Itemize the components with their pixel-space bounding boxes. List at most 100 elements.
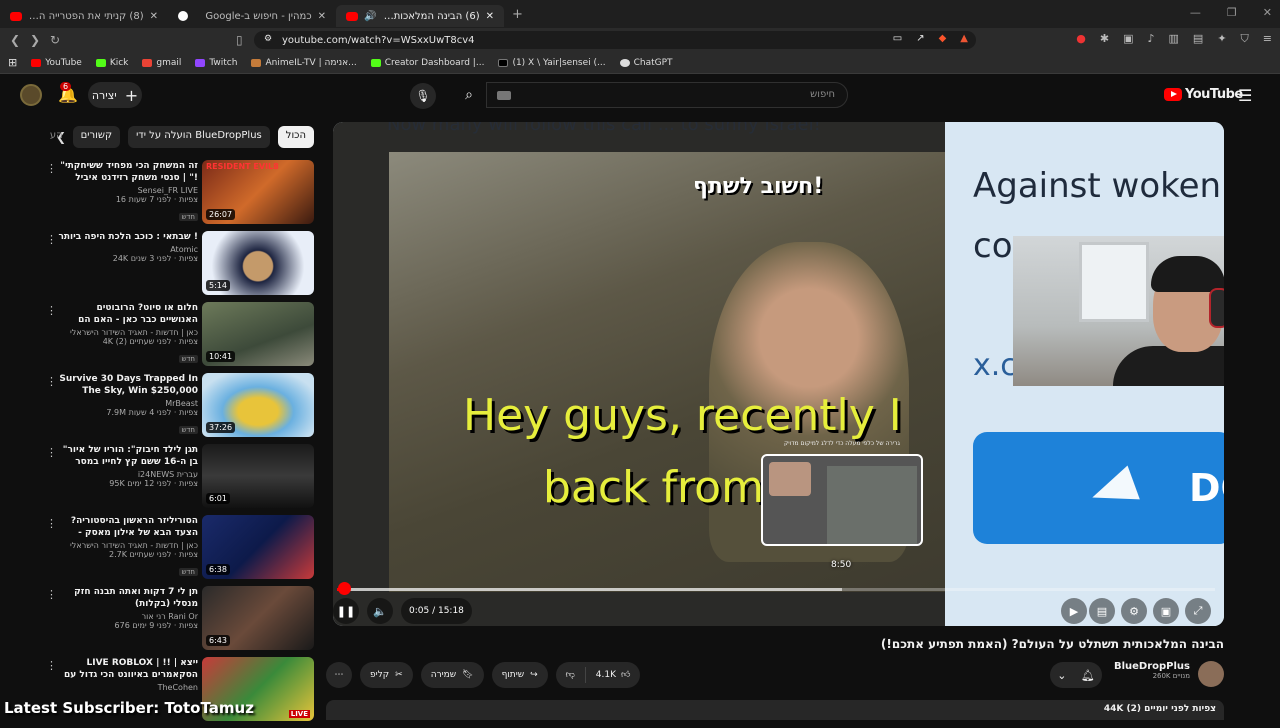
close-tab-icon[interactable]: ✕ <box>150 11 158 22</box>
wallet-icon[interactable]: ▤ <box>1193 32 1203 46</box>
ai-icon[interactable]: ✦ <box>1217 32 1226 46</box>
like-button[interactable]: 4.1K 👍︎ <box>586 662 641 688</box>
browser-tab-active[interactable]: 🔊(6) הבינה המלאכותית תשתלט✕ <box>336 5 504 27</box>
bookmark-item[interactable]: Kick <box>95 58 128 68</box>
video-title[interactable]: LIVE ROBLOX | !! ייצא | הסקאמרים באיוונט… <box>56 657 198 681</box>
close-tab-icon[interactable]: ✕ <box>486 11 494 22</box>
channel-name[interactable]: MrBeast <box>56 399 198 408</box>
video-thumbnail[interactable]: 6:38 <box>202 515 314 579</box>
chip-more[interactable]: הע <box>48 126 65 148</box>
youtube-logo[interactable]: YouTube <box>1164 87 1243 102</box>
settings-gear-icon[interactable]: ⚙ <box>1121 598 1147 624</box>
video-player[interactable]: Now many will follow this call ... to su… <box>333 122 1224 626</box>
channel-info[interactable]: BlueDropPlus 260K מנויים <box>1108 661 1190 680</box>
bookmark-item[interactable]: AnimeIL-TV | אנימה... <box>251 58 357 68</box>
channel-avatar[interactable] <box>1198 661 1224 687</box>
close-tab-icon[interactable]: ✕ <box>318 11 326 22</box>
channel-name[interactable]: TheCohen <box>56 683 198 692</box>
chip-related[interactable]: קשורים <box>72 126 121 148</box>
brave-shield-icon[interactable]: ◆ <box>939 33 947 44</box>
back-icon[interactable]: ❮ <box>10 33 20 47</box>
channel-name[interactable]: Atomic <box>56 245 198 254</box>
browser-menu-icon[interactable]: ≡ <box>1263 32 1272 46</box>
list-item[interactable]: ⋮ תן לי 7 דקות ואתה תבנה חזק מנסלי (בקלו… <box>40 586 316 657</box>
video-title[interactable]: חלום או סיוט? הרובוטים האנושיים כבר כאן … <box>56 302 198 326</box>
hamburger-menu-icon[interactable]: ☰ <box>1238 86 1252 105</box>
sidebar-icon[interactable]: ▥ <box>1169 32 1179 46</box>
list-item[interactable]: ⋮ שבתאי : כוכב הלכת היפה ביותר ! Atomic … <box>40 231 316 302</box>
video-title[interactable]: "זה המשחק הכי מפחיד ששיחקתי !" | סנסי מש… <box>56 160 198 184</box>
subscribed-button[interactable]: ⌄ 🔔︎ <box>1050 662 1102 688</box>
keyboard-icon[interactable] <box>497 91 511 100</box>
close-window-icon[interactable]: ✕ <box>1263 6 1272 19</box>
site-info-icon[interactable]: ⚙ <box>264 34 272 44</box>
video-title[interactable]: שבתאי : כוכב הלכת היפה ביותר ! <box>56 231 198 243</box>
bookmark-item[interactable]: gmail <box>142 58 181 68</box>
list-item[interactable]: ⋮ Survive 30 Days Trapped In The Sky, Wi… <box>40 373 316 444</box>
minimize-icon[interactable]: — <box>1190 6 1201 19</box>
new-tab-icon[interactable]: + <box>512 7 523 22</box>
bookmark-item[interactable]: Twitch <box>195 58 237 68</box>
channel-name[interactable]: i24NEWS עברית <box>56 470 198 479</box>
bookmark-item[interactable]: YouTube <box>31 58 82 68</box>
volume-button[interactable]: 🔈 <box>367 598 393 624</box>
extensions-icon[interactable]: ✱ <box>1100 32 1109 46</box>
share-button[interactable]: שיתוף ↪ <box>491 662 548 688</box>
video-title[interactable]: Survive 30 Days Trapped In The Sky, Win … <box>56 373 198 397</box>
list-item[interactable]: ⋮ חלום או סיוט? הרובוטים האנושיים כבר כא… <box>40 302 316 373</box>
apps-grid-icon[interactable]: ⊞ <box>8 56 17 69</box>
dislike-button[interactable]: 👎︎ <box>556 662 585 688</box>
reload-icon[interactable]: ↻ <box>50 33 60 47</box>
channel-name[interactable]: Sensei_FR LIVE <box>56 186 198 195</box>
list-item[interactable]: ⋮ "זה המשחק הכי מפחיד ששיחקתי !" | סנסי … <box>40 160 316 231</box>
autoplay-toggle[interactable]: ▶ <box>1061 598 1087 624</box>
search-input[interactable]: חיפוש <box>486 82 848 108</box>
fullscreen-button[interactable]: ⤢ <box>1185 598 1211 624</box>
channel-name[interactable]: כאן | חדשות - תאגיד השידור הישראלי <box>56 328 198 337</box>
bookmark-page-icon[interactable]: ▯ <box>236 33 243 47</box>
extension-record-icon[interactable]: ● <box>1076 32 1086 46</box>
video-thumbnail[interactable]: 37:26 <box>202 373 314 437</box>
more-actions-button[interactable]: ⋯ <box>326 662 352 688</box>
channel-name[interactable]: כאן | חדשות - תאגיד השידור הישראלי <box>56 541 198 550</box>
voice-search-icon[interactable]: 🎙 <box>410 83 436 109</box>
chip-all[interactable]: הכול <box>277 126 314 148</box>
video-thumbnail[interactable]: 10:41 <box>202 302 314 366</box>
bookmark-item[interactable]: (1) X \ Yair|sensei (... <box>498 58 606 68</box>
extension-box-icon[interactable]: ▣ <box>1123 32 1133 46</box>
list-item[interactable]: ⋮ הסוריליזר הראשון בהיסטוריה? הצעד הבא ש… <box>40 515 316 586</box>
save-button[interactable]: שמירה 🔖︎ <box>420 662 484 688</box>
create-button[interactable]: יצירה + <box>88 82 142 108</box>
video-thumbnail[interactable]: 6:01 <box>202 444 314 508</box>
rewards-icon[interactable]: ▲ <box>960 33 968 44</box>
miniplayer-button[interactable]: ▣ <box>1153 598 1179 624</box>
subtitles-button[interactable]: ▤ <box>1089 598 1115 624</box>
cast-icon[interactable]: ▭ <box>893 33 902 44</box>
channel-name[interactable]: BlueDropPlus <box>1108 661 1190 672</box>
video-thumbnail[interactable]: 6:43 <box>202 586 314 650</box>
video-title[interactable]: הסוריליזר הראשון בהיסטוריה? הצעד הבא של … <box>56 515 198 539</box>
maximize-icon[interactable]: ❐ <box>1227 6 1237 19</box>
forward-icon[interactable]: ❯ <box>30 33 40 47</box>
video-title[interactable]: "תגן לילד חיבוק": הוריו של איור בן ה-16 … <box>56 444 198 468</box>
chip-uploaded-by[interactable]: הועלה על ידי BlueDropPlus <box>128 126 270 148</box>
clip-button[interactable]: קליפ ✂ <box>360 662 413 688</box>
url-field[interactable]: ⚙ youtube.com/watch?v=WSxxUwT8cv4 ▭ ↗ ◆ … <box>254 31 976 49</box>
video-thumbnail[interactable]: RESIDENT EVIL8 26:07 <box>202 160 314 224</box>
pause-button[interactable]: ❚❚ <box>333 598 359 624</box>
description-box[interactable]: 44K צפיות לפני יומיים (2) <box>326 700 1224 720</box>
search-icon[interactable]: ⌕ <box>452 82 486 108</box>
bookmark-item[interactable]: ChatGPT <box>619 58 673 68</box>
list-item[interactable]: ⋮ "תגן לילד חיבוק": הוריו של איור בן ה-1… <box>40 444 316 515</box>
browser-tab[interactable]: כמהין - חיפוש ב-Google ✕ <box>168 5 336 27</box>
vpn-icon[interactable]: ⛉ <box>1241 32 1249 46</box>
list-item[interactable]: ⋮ LIVE ROBLOX | !! ייצא | הסקאמרים באיוו… <box>40 657 316 728</box>
video-thumbnail[interactable]: 5:14 <box>202 231 314 295</box>
share-page-icon[interactable]: ↗ <box>916 33 924 44</box>
bookmark-item[interactable]: Creator Dashboard |... <box>370 58 484 68</box>
progress-bar[interactable] <box>337 588 1215 591</box>
video-title[interactable]: תן לי 7 דקות ואתה תבנה חזק מנסלי (בקלות) <box>56 586 198 610</box>
channel-name[interactable]: רני אור Rani Or <box>56 612 198 621</box>
account-avatar[interactable] <box>20 84 42 106</box>
media-icon[interactable]: ♪ <box>1147 32 1154 46</box>
